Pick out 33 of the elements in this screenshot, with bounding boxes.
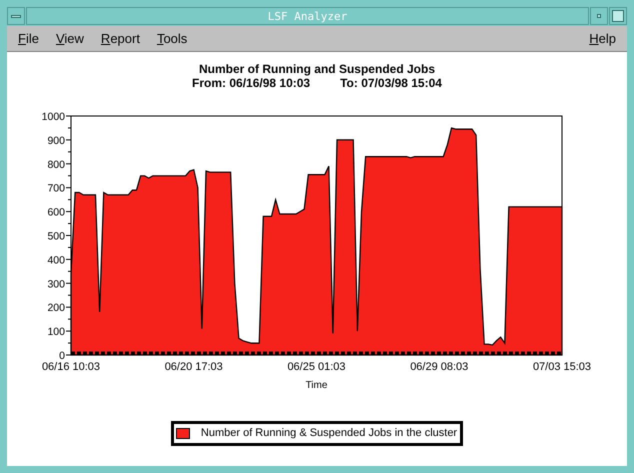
menu-item[interactable]: Help: [589, 32, 616, 45]
date-from: From: 06/16/98 10:03: [192, 76, 310, 90]
menu-item[interactable]: Tools: [156, 32, 188, 45]
chart-title: Number of Running and Suspended Jobs: [198, 62, 435, 76]
y-tick-label: 900: [47, 134, 65, 147]
y-tick-label: 300: [47, 278, 65, 290]
x-tick-label: 06/25 01:03: [287, 361, 346, 373]
date-to: To: 07/03/98 15:04: [340, 76, 442, 90]
y-tick-label: 1000: [42, 111, 65, 123]
maximize-icon: [612, 10, 624, 22]
y-tick-label: 500: [47, 230, 65, 242]
minimize-button[interactable]: [590, 7, 608, 25]
y-tick-label: 600: [47, 206, 65, 219]
menu-item[interactable]: Report: [100, 32, 140, 45]
menu-item[interactable]: View: [56, 32, 84, 45]
minus-icon: [11, 14, 21, 18]
y-tick-label: 0: [59, 350, 65, 362]
window-title: LSF Analyzer: [26, 7, 589, 25]
window-menu-button[interactable]: [7, 7, 25, 25]
x-axis-label: Time: [306, 380, 328, 391]
y-tick-label: 100: [47, 326, 65, 338]
x-tick-label: 06/20 17:03: [164, 361, 223, 373]
y-tick-label: 700: [47, 182, 65, 195]
maximize-button[interactable]: [609, 7, 627, 25]
y-tick-label: 800: [47, 158, 65, 171]
minimize-icon: [597, 14, 601, 18]
menu-item[interactable]: File: [18, 32, 39, 45]
x-tick-label: 06/29 08:03: [410, 361, 468, 373]
x-tick-label: 07/03 15:03: [532, 361, 592, 373]
x-tick-label: 06/16 10:03: [42, 361, 100, 373]
y-tick-label: 200: [47, 302, 65, 314]
legend-label: Number of Running & Suspended Jobs in the cluster: [200, 426, 458, 441]
y-tick-label: 400: [47, 254, 65, 266]
